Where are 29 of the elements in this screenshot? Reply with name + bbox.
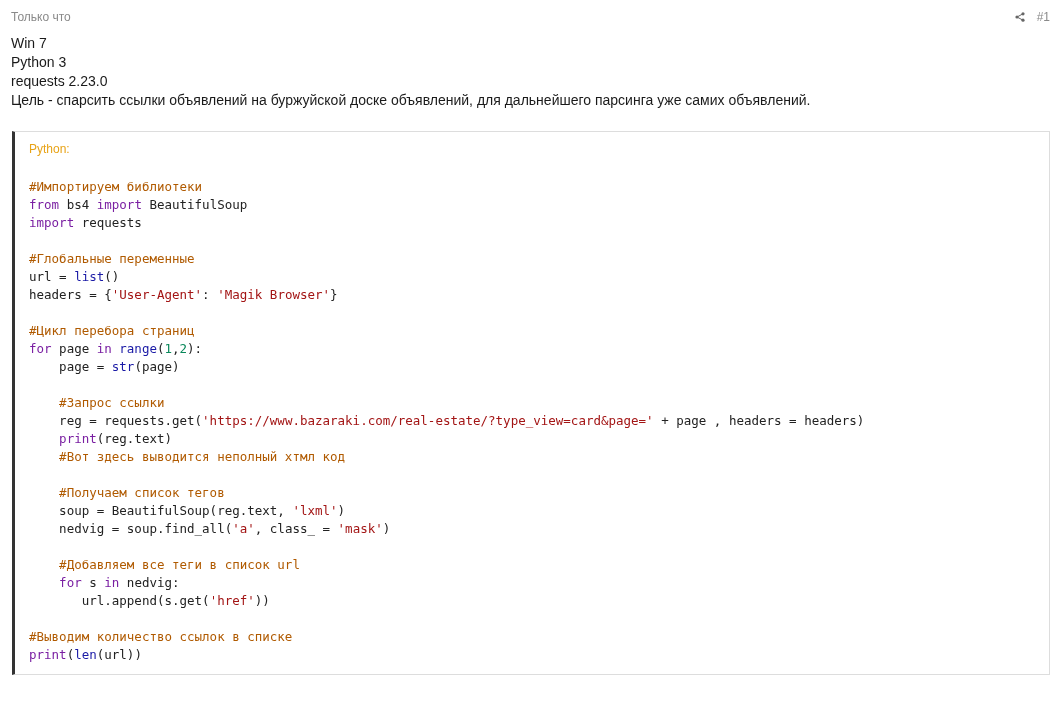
code-line: print(len(url)) — [29, 646, 142, 664]
code-line: #Вот здесь выводится неполный хтмл код — [58, 448, 346, 466]
post-time: Только что — [11, 10, 71, 24]
code-line: headers = {'User-Agent': 'Magik Browser'} — [29, 286, 338, 304]
code-line: #Глобальные переменные — [29, 250, 195, 268]
code-line: from bs4 import BeautifulSoup — [29, 196, 248, 214]
code-language: Python: — [29, 142, 71, 158]
post-number-link[interactable]: #1 — [1036, 10, 1050, 24]
code-line: #Запрос ссылки — [58, 394, 165, 412]
code-line: #Добавляем все теги в список url — [58, 556, 300, 574]
code-line: import requests — [29, 214, 142, 232]
post-text: Win 7 — [11, 34, 48, 53]
code-line: soup = BeautifulSoup(reg.text, 'lxml') — [58, 502, 346, 520]
code-line: page = str(page) — [58, 358, 180, 376]
code-line: for s in nedvig: — [58, 574, 180, 592]
post-text: Python 3 — [11, 53, 68, 72]
code-line: #Получаем список тегов — [58, 484, 225, 502]
share-icon[interactable] — [1014, 12, 1025, 22]
code-line: nedvig = soup.find_all('a', class_ = 'mask') — [58, 520, 391, 538]
post-text: Цель - спарсить ссылки объявлений на буржуйской доске объявлений, для дальнейшего парсинга уже самих объявлений. — [11, 91, 812, 110]
code-line: url = list() — [29, 268, 120, 286]
code-line: url.append(s.get('href')) — [80, 592, 270, 610]
code-line: print(reg.text) — [58, 430, 172, 448]
code-line: #Выводим количество ссылок в списке — [29, 628, 293, 646]
code-line: reg = requests.get('https://www.bazaraki.com/real-estate/?type_view=card&page=' + page , headers = headers) — [58, 412, 865, 430]
post-text: requests 2.23.0 — [11, 72, 109, 91]
code-line: #Цикл перебора страниц — [29, 322, 195, 340]
code-line: #Импортируем библиотеки — [29, 178, 203, 196]
code-line: for page in range(1,2): — [29, 340, 203, 358]
